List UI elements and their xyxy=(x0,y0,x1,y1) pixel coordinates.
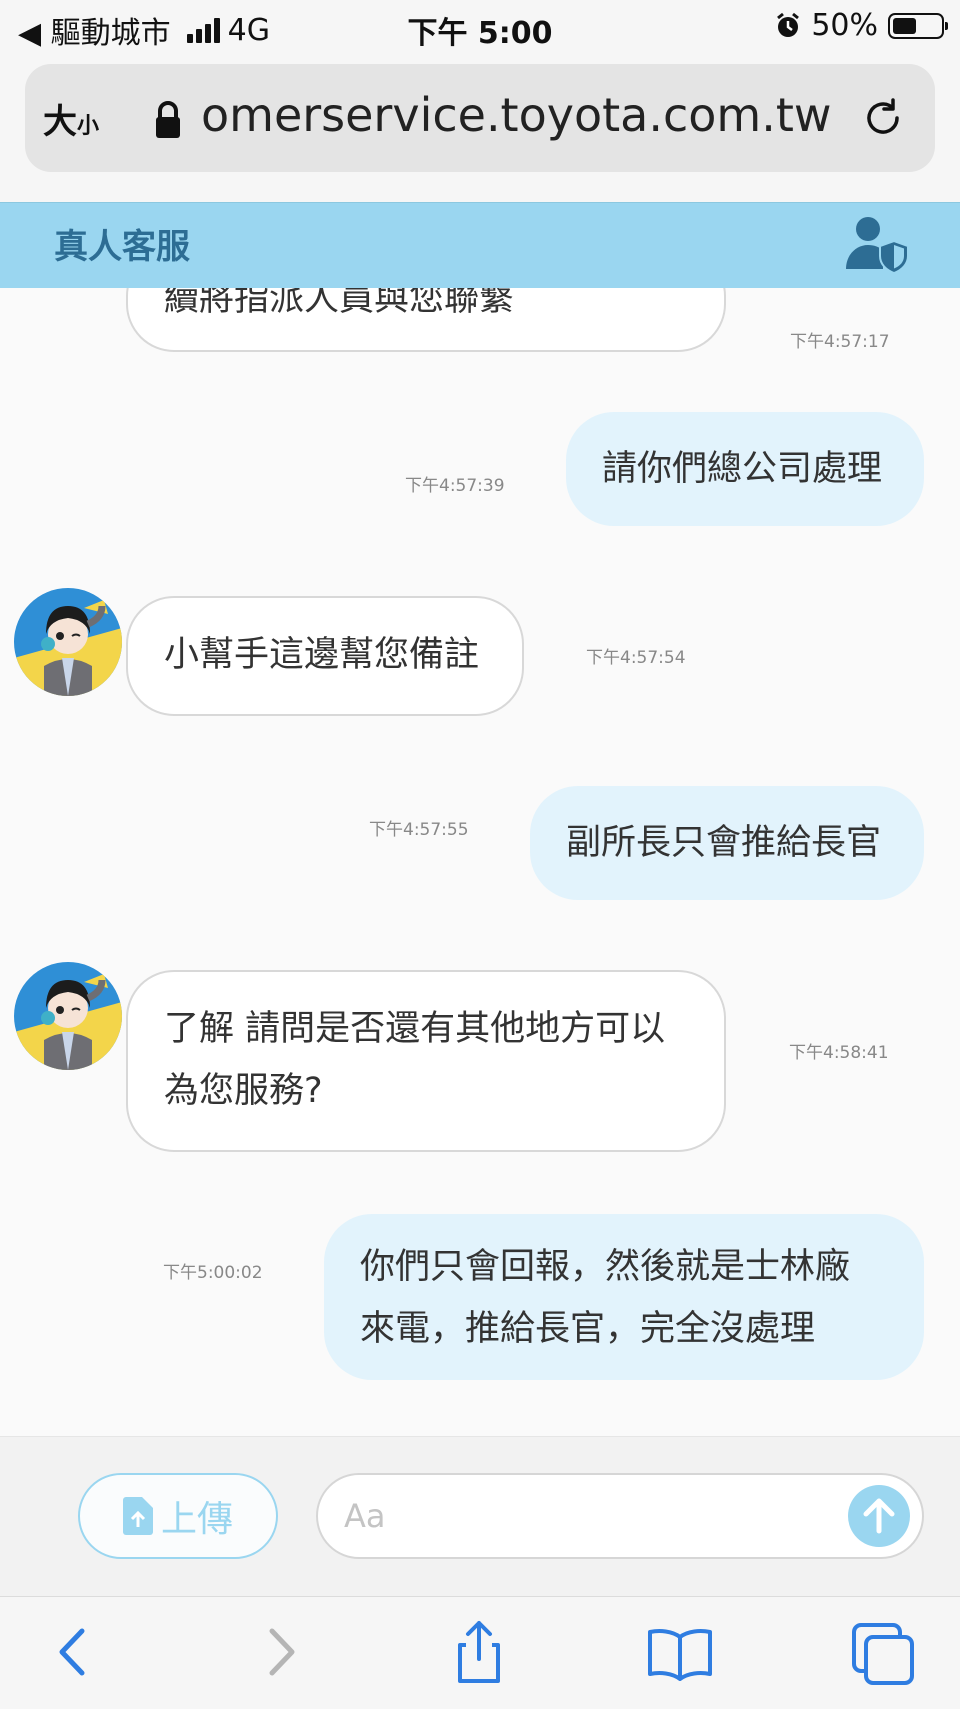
alarm-icon xyxy=(777,12,800,37)
message-timestamp: 下午4:57:39 xyxy=(405,476,505,496)
battery-fill xyxy=(893,17,916,34)
url-field[interactable]: 大小 omerservice.toyota.com.tw xyxy=(25,64,935,172)
share-icon[interactable] xyxy=(444,1617,514,1687)
message-composer: 上傳 xyxy=(0,1436,960,1597)
agent-avatar xyxy=(14,588,122,696)
message-timestamp: 下午4:58:41 xyxy=(789,1043,889,1063)
text-size-big: 大 xyxy=(43,102,77,142)
lock-icon xyxy=(156,101,180,138)
chat-messages[interactable]: 續將指派人員與您聯繫 下午4:57:17 請你們總公司處理 下午4:57:39 … xyxy=(0,288,960,1436)
tabs-icon[interactable] xyxy=(848,1617,918,1687)
status-bar: ◀ 驅動城市 4G 下午 5:00 50% xyxy=(0,0,960,54)
browser-address-bar: 大小 omerservice.toyota.com.tw xyxy=(0,54,960,202)
arrow-up-icon xyxy=(863,1498,895,1534)
url-text: omerservice.toyota.com.tw xyxy=(201,88,832,142)
back-icon[interactable] xyxy=(38,1617,108,1687)
user-message: 副所長只會推給長官 xyxy=(530,786,924,900)
browser-toolbar xyxy=(0,1596,960,1709)
message-timestamp: 下午5:00:02 xyxy=(163,1263,263,1283)
bot-message: 續將指派人員與您聯繫 xyxy=(126,288,726,352)
message-timestamp: 下午4:57:55 xyxy=(369,820,469,840)
text-size-small: 小 xyxy=(77,114,100,139)
bot-message: 小幫手這邊幫您備註 xyxy=(126,596,524,716)
message-timestamp: 下午4:57:17 xyxy=(790,332,890,352)
reload-icon[interactable] xyxy=(859,94,907,142)
chat-header: 真人客服 xyxy=(0,202,960,289)
user-message: 請你們總公司處理 xyxy=(566,412,924,526)
chat-title: 真人客服 xyxy=(54,227,190,267)
bookmarks-icon[interactable] xyxy=(645,1617,715,1687)
user-shield-icon[interactable] xyxy=(846,215,910,273)
battery-percent: 50% xyxy=(811,8,878,43)
agent-avatar xyxy=(14,962,122,1070)
battery-icon xyxy=(888,12,948,39)
bot-message: 了解 請問是否還有其他地方可以 為您服務? xyxy=(126,970,726,1152)
user-message: 你們只會回報，然後就是士林廠 來電，推給長官，完全沒處理 xyxy=(324,1214,924,1380)
upload-label: 上傳 xyxy=(160,1499,233,1540)
upload-button[interactable]: 上傳 xyxy=(78,1473,278,1559)
send-button[interactable] xyxy=(848,1485,910,1547)
message-input[interactable] xyxy=(316,1473,924,1559)
forward-icon[interactable] xyxy=(246,1617,316,1687)
file-upload-icon xyxy=(122,1497,153,1535)
text-size-button[interactable]: 大小 xyxy=(43,94,99,143)
message-timestamp: 下午4:57:54 xyxy=(586,648,686,668)
